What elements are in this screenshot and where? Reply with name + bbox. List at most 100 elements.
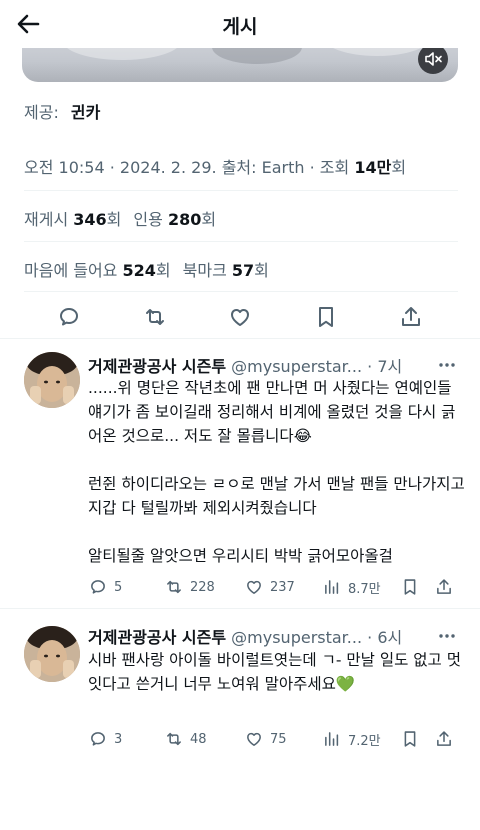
divider bbox=[24, 291, 458, 292]
avatar[interactable] bbox=[24, 626, 80, 682]
divider bbox=[0, 608, 480, 609]
provider-label: 제공: bbox=[24, 103, 59, 122]
author-name[interactable]: 거제관광공사 시즌투 bbox=[88, 628, 226, 647]
likes-count: 524 bbox=[122, 261, 156, 280]
post-date: 2024. 2. 29. bbox=[119, 158, 217, 177]
meta-source-value: Earth bbox=[261, 158, 305, 177]
reposts-suffix: 회 bbox=[106, 210, 122, 229]
quotes-count: 280 bbox=[167, 210, 202, 229]
reply-bubble-icon bbox=[91, 580, 105, 594]
reply-bubble-icon[interactable] bbox=[56, 304, 82, 330]
dot-separator: · bbox=[362, 628, 378, 647]
more-dots-icon[interactable] bbox=[436, 625, 458, 647]
repost-button[interactable]: 228 bbox=[164, 575, 215, 599]
author-handle[interactable]: @mysuperstar... bbox=[231, 357, 362, 376]
avatar-photo bbox=[24, 352, 80, 408]
heart-icon bbox=[247, 732, 261, 746]
reply-header: 거제관광공사 시즌투 @mysuperstar... · 6시 bbox=[88, 624, 402, 648]
repost-icon bbox=[167, 732, 181, 746]
repost-icon[interactable] bbox=[142, 304, 168, 330]
views-suffix: 회 bbox=[391, 158, 407, 177]
reply-button[interactable]: 5 bbox=[88, 575, 122, 599]
share-button[interactable] bbox=[434, 727, 460, 751]
top-bar: 게시 bbox=[0, 0, 480, 48]
share-icon bbox=[437, 731, 451, 746]
avatar[interactable] bbox=[24, 352, 80, 408]
divider bbox=[24, 241, 458, 242]
dot-separator: · bbox=[362, 357, 378, 376]
reply-paragraph: ......위 명단은 작년초에 팬 만나면 머 사줬다는 연예인들 얘기가 좀… bbox=[88, 379, 456, 445]
views-button[interactable]: 7.2만 bbox=[322, 727, 381, 751]
repost-button[interactable]: 48 bbox=[164, 727, 207, 751]
quotes-suffix: 회 bbox=[201, 210, 217, 229]
quotes-stat[interactable]: 인용 280회 bbox=[133, 210, 216, 229]
likes-stat[interactable]: 마음에 들어요 524회 bbox=[24, 261, 171, 280]
likes-suffix: 회 bbox=[155, 261, 171, 280]
meta-separator-2: · bbox=[309, 158, 320, 177]
speaker-muted-icon bbox=[425, 52, 442, 66]
reply-paragraph: 시바 팬사랑 아이돌 바이럴트엿는데 ㄱ- 만날 일도 없고 멋잇다고 쓴거니 … bbox=[88, 651, 461, 693]
reply-header: 거제관광공사 시즌투 @mysuperstar... · 7시 bbox=[88, 353, 402, 377]
bookmark-icon bbox=[404, 731, 416, 747]
avatar-photo bbox=[24, 626, 80, 682]
bookmarks-count: 57 bbox=[231, 261, 255, 280]
reply-action-bar: 5 228 237 8.7만 bbox=[88, 575, 460, 599]
reposts-count: 346 bbox=[73, 210, 107, 229]
reply-paragraph: 알티될줄 알앗으면 우리시티 박박 긁어모아올걸 bbox=[88, 547, 393, 565]
bookmarks-stat[interactable]: 북마크 57회 bbox=[183, 261, 269, 280]
meta-source-label: 출처: bbox=[221, 158, 257, 177]
reply-paragraph: 런쥔 하이디라오는 ㄹㅇ로 맨날 가서 맨날 팬들 만나가지고 지갑 다 털릴까… bbox=[88, 475, 465, 517]
repost-icon bbox=[167, 580, 181, 594]
repost-count: 228 bbox=[190, 579, 215, 595]
more-dots-icon[interactable] bbox=[436, 354, 458, 376]
views-bar-icon bbox=[325, 580, 339, 594]
like-count: 75 bbox=[270, 731, 287, 747]
reposts-label: 재게시 bbox=[24, 210, 69, 229]
reply-time: 7시 bbox=[377, 357, 403, 376]
share-button[interactable] bbox=[434, 575, 460, 599]
heart-icon[interactable] bbox=[227, 304, 253, 330]
views-bar-icon bbox=[325, 732, 339, 746]
views-label: 조회 bbox=[319, 158, 350, 177]
repost-stats: 재게시 346회 인용 280회 bbox=[24, 206, 216, 230]
reply-body: ......위 명단은 작년초에 팬 만나면 머 사줬다는 연예인들 얘기가 좀… bbox=[88, 376, 466, 568]
bookmark-icon[interactable] bbox=[313, 304, 339, 330]
author-handle[interactable]: @mysuperstar... bbox=[231, 628, 362, 647]
provider-name[interactable]: 귄카 bbox=[71, 103, 100, 122]
likes-label: 마음에 들어요 bbox=[24, 261, 118, 280]
like-count: 237 bbox=[270, 579, 295, 595]
reply-bubble-icon bbox=[91, 732, 105, 746]
reply-count: 3 bbox=[114, 731, 123, 747]
reply-body: 시바 팬사랑 아이돌 바이럴트엿는데 ㄱ- 만날 일도 없고 멋잇다고 쓴거니 … bbox=[88, 648, 466, 696]
like-button[interactable]: 237 bbox=[244, 575, 295, 599]
bookmarks-suffix: 회 bbox=[254, 261, 269, 280]
reply-time: 6시 bbox=[377, 628, 403, 647]
repost-count: 48 bbox=[190, 731, 207, 747]
views-value: 14만 bbox=[354, 158, 392, 177]
bookmark-icon bbox=[404, 579, 416, 595]
share-icon bbox=[437, 579, 451, 594]
author-name[interactable]: 거제관광공사 시즌투 bbox=[88, 357, 226, 376]
quotes-label: 인용 bbox=[133, 210, 163, 229]
share-icon[interactable] bbox=[398, 304, 424, 330]
views-count: 8.7만 bbox=[348, 581, 381, 597]
reposts-stat[interactable]: 재게시 346회 bbox=[24, 210, 121, 229]
post-action-bar bbox=[24, 300, 458, 334]
bookmark-button[interactable] bbox=[400, 575, 426, 599]
like-button[interactable]: 75 bbox=[244, 727, 287, 751]
views-button[interactable]: 8.7만 bbox=[322, 575, 381, 599]
bookmark-button[interactable] bbox=[400, 727, 426, 751]
like-stats: 마음에 들어요 524회 북마크 57회 bbox=[24, 257, 269, 281]
reply-button[interactable]: 3 bbox=[88, 727, 122, 751]
post-meta: 오전 10:54 · 2024. 2. 29. 출처: Earth · 조회 1… bbox=[24, 154, 406, 178]
provider-line: 제공: 귄카 bbox=[24, 99, 100, 123]
reply-count: 5 bbox=[114, 579, 123, 595]
post-time: 오전 10:54 bbox=[24, 158, 105, 177]
mute-button[interactable] bbox=[418, 44, 448, 74]
section-separator bbox=[0, 338, 480, 339]
views-count: 7.2만 bbox=[348, 733, 381, 749]
reply-action-bar: 3 48 75 7.2만 bbox=[88, 727, 460, 751]
bookmarks-label: 북마크 bbox=[182, 261, 227, 280]
heart-icon bbox=[247, 580, 261, 594]
page-title: 게시 bbox=[222, 16, 258, 38]
